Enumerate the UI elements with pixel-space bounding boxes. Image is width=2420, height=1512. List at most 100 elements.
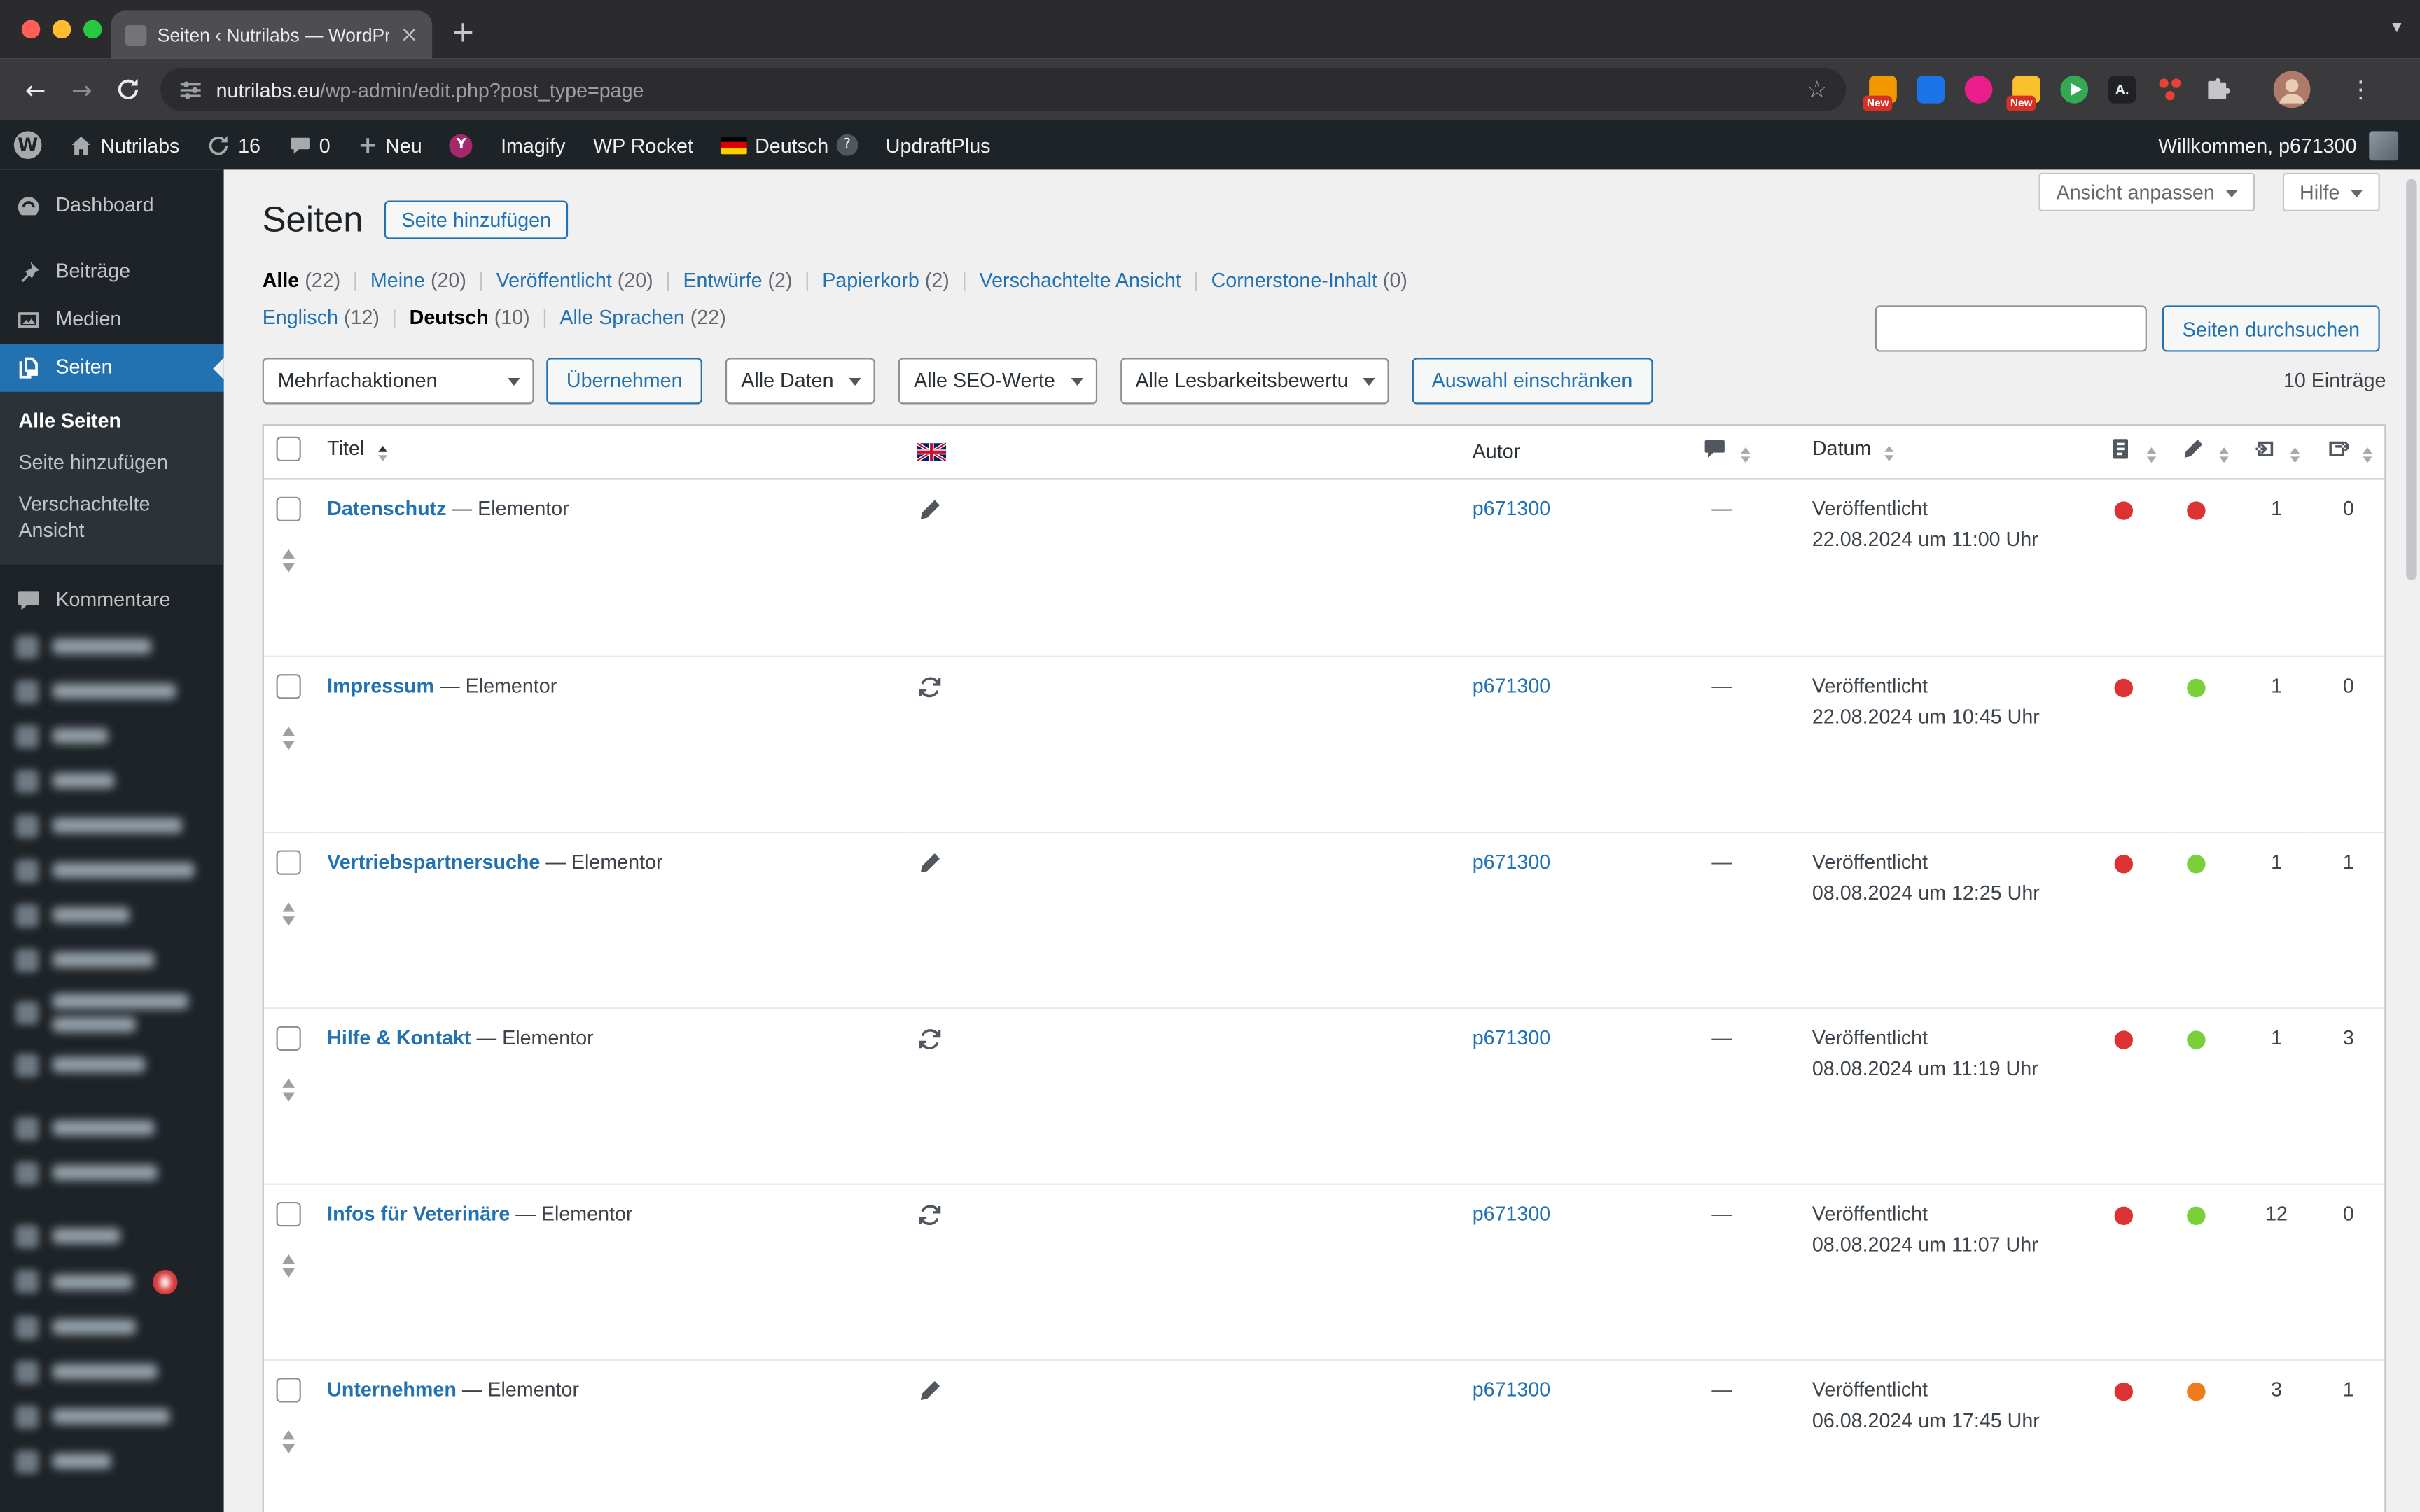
page-title-link[interactable]: Hilfe & Kontakt xyxy=(327,1026,471,1049)
sidebar-item-redacted[interactable] xyxy=(0,848,224,892)
sidebar-item-redacted[interactable] xyxy=(0,1105,224,1150)
sidebar-item-redacted[interactable] xyxy=(0,714,224,759)
row-checkbox[interactable] xyxy=(276,1378,301,1403)
close-window-button[interactable] xyxy=(21,20,41,39)
sidebar-item-redacted[interactable] xyxy=(0,758,224,803)
edit-translation-button[interactable] xyxy=(917,853,943,881)
browser-menu-icon[interactable] xyxy=(2349,76,2372,104)
view-link[interactable]: Cornerstone-Inhalt xyxy=(1211,268,1377,291)
extension-icon-4[interactable]: New xyxy=(2006,75,2040,111)
extension-icon-3[interactable] xyxy=(1964,75,1993,104)
row-checkbox[interactable] xyxy=(276,1201,301,1227)
sidebar-item-redacted[interactable] xyxy=(0,669,224,714)
sidebar-item-redacted[interactable] xyxy=(0,937,224,982)
page-title-link[interactable]: Vertriebspartnersuche xyxy=(327,850,540,873)
sidebar-item-redacted[interactable] xyxy=(0,982,224,1042)
sidebar-item-redacted[interactable] xyxy=(0,1042,224,1087)
extension-icon-1[interactable]: New xyxy=(1863,75,1897,111)
update-translation-button[interactable] xyxy=(917,677,943,705)
view-link[interactable]: Veröffentlicht xyxy=(496,268,612,291)
view-link[interactable]: Verschachtelte Ansicht xyxy=(980,268,1181,291)
fullscreen-window-button[interactable] xyxy=(83,20,102,39)
view-link[interactable]: Entwürfe xyxy=(683,268,762,291)
screen-options-button[interactable]: Ansicht anpassen xyxy=(2039,172,2255,211)
reorder-handle[interactable] xyxy=(277,720,301,756)
tab-close-icon[interactable] xyxy=(400,24,418,46)
author-link[interactable]: p671300 xyxy=(1473,850,1551,873)
view-link[interactable]: Alle xyxy=(263,268,300,291)
page-title-link[interactable]: Infos für Veterinäre xyxy=(327,1202,510,1225)
column-header-title[interactable]: Titel xyxy=(314,426,905,480)
back-button[interactable] xyxy=(15,69,55,109)
column-header-date[interactable]: Datum xyxy=(1800,426,2097,480)
wp-logo-icon[interactable] xyxy=(0,120,55,170)
sidebar-item-redacted[interactable] xyxy=(0,1259,224,1305)
sidebar-item-redacted[interactable] xyxy=(0,892,224,937)
reorder-handle[interactable] xyxy=(277,1424,301,1460)
extension-icon-2[interactable] xyxy=(1917,75,1945,104)
submenu-add-page[interactable]: Seite hinzufügen xyxy=(0,442,224,484)
help-button[interactable]: Hilfe xyxy=(2282,172,2380,211)
sidebar-item-pages[interactable]: Seiten xyxy=(0,344,224,392)
row-checkbox[interactable] xyxy=(276,1026,301,1051)
edit-translation-button[interactable] xyxy=(917,500,943,527)
view-link[interactable]: Englisch xyxy=(263,305,338,328)
extension-icon-7[interactable] xyxy=(2156,76,2184,104)
sidebar-item-media[interactable]: Medien xyxy=(0,296,224,344)
account-menu[interactable]: Willkommen, p671300 xyxy=(2158,130,2420,160)
column-header-translation[interactable] xyxy=(904,426,1461,480)
reorder-handle[interactable] xyxy=(277,543,301,579)
sidebar-item-redacted[interactable] xyxy=(0,1438,224,1483)
submenu-nested-view[interactable]: Verschachtelte Ansicht xyxy=(0,484,185,552)
imagify-menu[interactable]: Imagify xyxy=(487,120,579,170)
column-header-links[interactable] xyxy=(2240,426,2313,480)
column-header-seo-score[interactable] xyxy=(2096,426,2169,480)
author-link[interactable]: p671300 xyxy=(1473,1378,1551,1401)
comments-indicator[interactable]: 0 xyxy=(274,120,345,170)
sidebar-item-comments[interactable]: Kommentare xyxy=(0,576,224,624)
view-link[interactable]: Alle Sprachen xyxy=(559,305,684,328)
sidebar-item-posts[interactable]: Beiträge xyxy=(0,248,224,296)
sidebar-item-redacted[interactable] xyxy=(0,1350,224,1394)
view-link[interactable]: Deutsch xyxy=(410,305,489,328)
tab-search-icon[interactable] xyxy=(2392,15,2401,37)
author-link[interactable]: p671300 xyxy=(1473,1026,1551,1049)
bookmark-star-icon[interactable] xyxy=(1807,76,1828,104)
page-scrollbar[interactable] xyxy=(2406,178,2417,580)
sidebar-item-redacted[interactable] xyxy=(0,624,224,669)
column-header-comments[interactable] xyxy=(1690,426,1800,480)
update-translation-button[interactable] xyxy=(917,1028,943,1056)
seo-filter-select[interactable]: Alle SEO-Werte xyxy=(898,358,1097,405)
new-tab-button[interactable] xyxy=(451,15,475,49)
reorder-handle[interactable] xyxy=(277,1072,301,1108)
reload-button[interactable] xyxy=(108,69,148,109)
search-input[interactable] xyxy=(1875,305,2148,352)
author-link[interactable]: p671300 xyxy=(1473,496,1551,519)
reorder-handle[interactable] xyxy=(277,896,301,932)
address-bar[interactable]: nutrilabs.eu/wp-admin/edit.php?post_type… xyxy=(160,67,1847,111)
select-all-checkbox[interactable] xyxy=(276,437,301,462)
author-link[interactable]: p671300 xyxy=(1473,1202,1551,1225)
update-translation-button[interactable] xyxy=(917,1205,943,1233)
edit-translation-button[interactable] xyxy=(917,1380,943,1408)
updraftplus-menu[interactable]: UpdraftPlus xyxy=(872,120,1004,170)
bulk-actions-select[interactable]: Mehrfachaktionen xyxy=(262,358,534,405)
browser-profile-avatar[interactable] xyxy=(2273,71,2311,108)
extension-icon-5[interactable] xyxy=(2060,75,2089,104)
extensions-puzzle-icon[interactable] xyxy=(2204,76,2232,104)
view-link[interactable]: Papierkorb xyxy=(822,268,919,291)
row-checkbox[interactable] xyxy=(276,673,301,699)
author-link[interactable]: p671300 xyxy=(1473,674,1551,697)
view-link[interactable]: Meine xyxy=(370,268,425,291)
language-menu[interactable]: Deutsch xyxy=(707,120,872,170)
submenu-all-pages[interactable]: Alle Seiten xyxy=(0,401,224,442)
page-title-link[interactable]: Datenschutz xyxy=(327,496,446,519)
column-header-linked[interactable] xyxy=(2312,426,2385,480)
page-title-link[interactable]: Unternehmen xyxy=(327,1378,457,1401)
row-checkbox[interactable] xyxy=(276,850,301,875)
sidebar-item-dashboard[interactable]: Dashboard xyxy=(0,182,224,230)
extension-icon-6[interactable] xyxy=(2108,75,2136,104)
reorder-handle[interactable] xyxy=(277,1248,301,1284)
page-title-link[interactable]: Impressum xyxy=(327,674,434,697)
minimize-window-button[interactable] xyxy=(52,20,71,39)
